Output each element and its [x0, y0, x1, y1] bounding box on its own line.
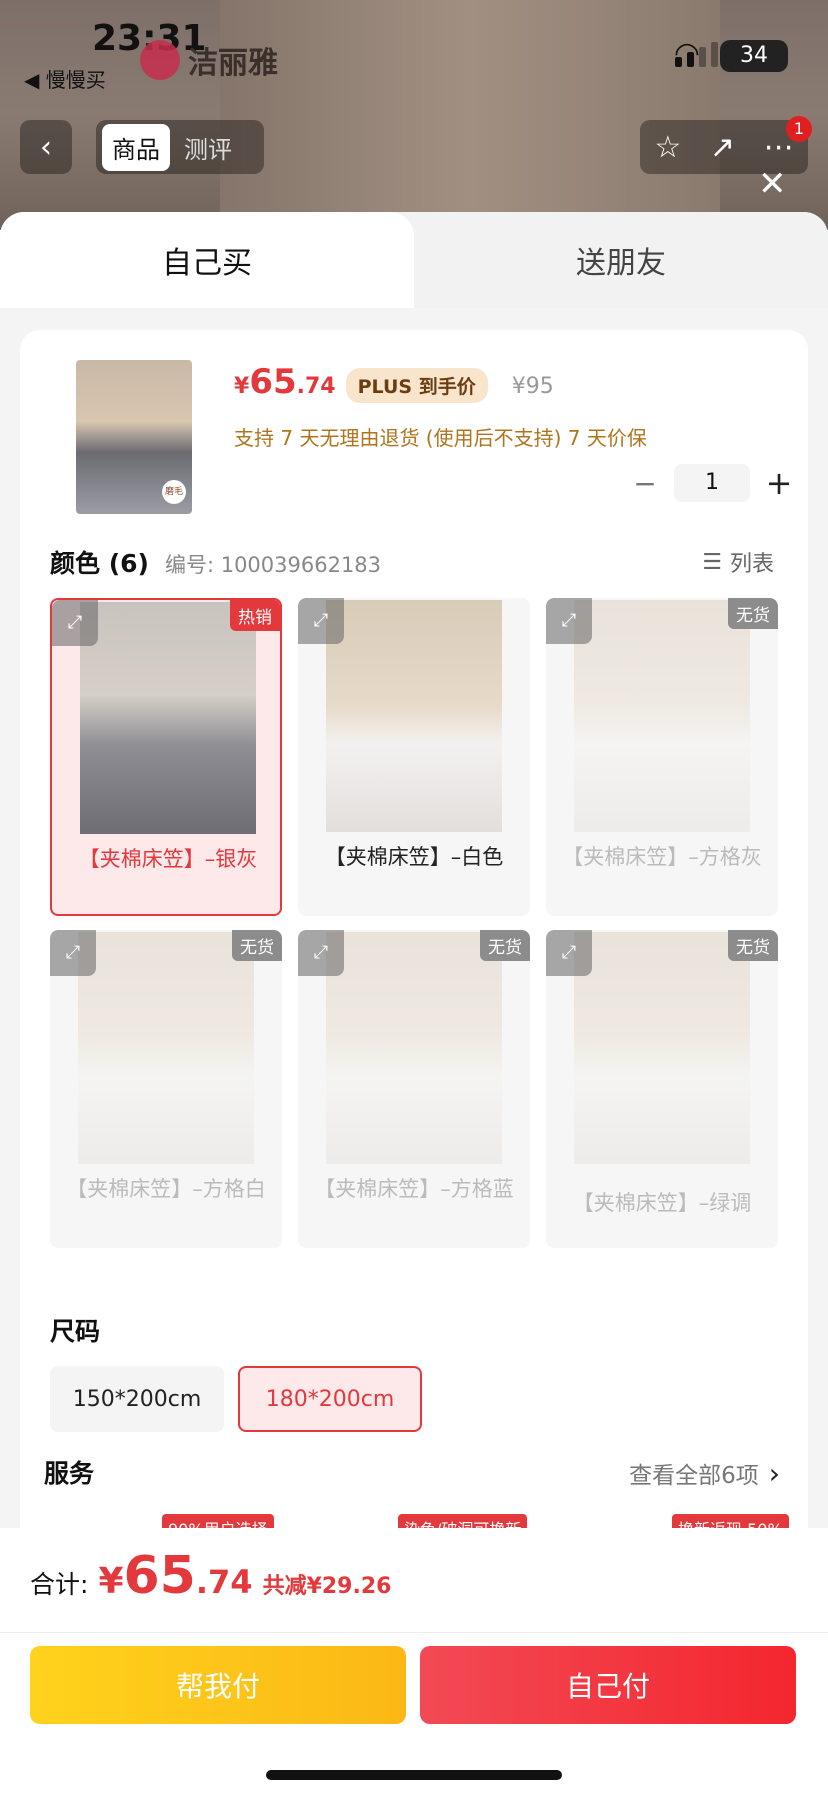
color-image [574, 600, 750, 832]
sku-card: 磨毛 ¥ 65 .74 PLUS 到手价 ¥95 支持 7 天无理由退货 (使用… [20, 330, 808, 1590]
back-to-app-link[interactable]: ◀ 慢慢买 [24, 64, 106, 93]
tab-review[interactable]: 测评 [174, 124, 242, 171]
quantity-value[interactable]: 1 [674, 464, 750, 502]
color-option-silver-gray[interactable]: ⤢ 热销 【夹棉床笠】–银灰 [50, 598, 282, 916]
expand-icon[interactable]: ⤢ [298, 598, 344, 644]
wifi-icon: ◠ [673, 36, 700, 71]
color-caption: 【夹棉床笠】–绿调 [572, 1191, 752, 1215]
tab-gift-friend[interactable]: 送朋友 [414, 212, 828, 308]
tab-product[interactable]: 商品 [102, 123, 170, 171]
color-option-checkered-gray[interactable]: ⤢ 无货 【夹棉床笠】–方格灰 [546, 598, 778, 916]
sold-out-tag: 无货 [480, 930, 530, 961]
sold-out-tag: 无货 [728, 930, 778, 961]
brand-logo-icon [140, 40, 180, 80]
color-header: 颜色 (6) 编号: 100039662183 [50, 544, 381, 580]
view-all-label: 查看全部6项 [629, 1463, 759, 1489]
notification-badge: 1 [786, 116, 812, 142]
color-image [80, 602, 256, 834]
battery-icon: 34 [720, 40, 788, 72]
color-caption: 【夹棉床笠】–方格蓝 [314, 1177, 514, 1201]
plus-price-badge: PLUS 到手价 [345, 368, 488, 403]
thumb-label: 磨毛 [162, 480, 186, 504]
divider [0, 1632, 828, 1633]
brand-name: 洁丽雅 [188, 46, 278, 81]
purchase-sheet: 自己买 送朋友 磨毛 ¥ 65 .74 PLUS 到手价 ¥95 支持 7 天无… [0, 212, 828, 1795]
size-option-180[interactable]: 180*200cm [238, 1366, 422, 1432]
color-option-white[interactable]: ⤢ 【夹棉床笠】–白色 [298, 598, 530, 916]
close-icon[interactable]: ✕ [758, 164, 787, 204]
original-price: ¥95 [511, 374, 554, 399]
view-all-services[interactable]: 查看全部6项 › [629, 1456, 780, 1490]
screen: 23:31 ◀ 慢慢买 洁丽雅 ◠ 34 ‹ 商品 测评 ☆ ↗ ⋯ 1 ✕ 自… [0, 0, 828, 1795]
color-image [78, 932, 254, 1164]
price-integer: 65 [249, 362, 297, 402]
price-decimal: .74 [296, 374, 336, 399]
expand-icon[interactable]: ⤢ [546, 598, 592, 644]
return-policy: 支持 7 天无理由退货 (使用后不支持) 7 天价保 [234, 426, 647, 450]
home-indicator [266, 1770, 562, 1780]
color-image [574, 932, 750, 1164]
star-icon[interactable]: ☆ [654, 130, 681, 165]
decrease-button[interactable]: − [630, 467, 660, 500]
chevron-right-icon: › [768, 1456, 780, 1490]
brand-logo: 洁丽雅 [140, 40, 278, 81]
color-caption: 【夹棉床笠】–方格白 [66, 1177, 266, 1201]
hot-tag: 热销 [230, 600, 280, 631]
back-button[interactable]: ‹ [20, 120, 72, 174]
list-icon: ☰ [702, 549, 722, 575]
expand-icon[interactable]: ⤢ [52, 600, 98, 646]
color-image [326, 932, 502, 1164]
color-caption: 【夹棉床笠】–白色 [324, 845, 504, 869]
total-symbol: ¥ [98, 1561, 124, 1602]
sheet-body: 磨毛 ¥ 65 .74 PLUS 到手价 ¥95 支持 7 天无理由退货 (使用… [0, 308, 828, 1590]
color-option-green[interactable]: ⤢ 无货 【夹棉床笠】–绿调 [546, 930, 778, 1248]
service-title: 服务 [44, 1459, 95, 1488]
size-title: 尺码 [50, 1317, 101, 1346]
color-option-checkered-white[interactable]: ⤢ 无货 【夹棉床笠】–方格白 [50, 930, 282, 1248]
color-image [326, 600, 502, 832]
product-thumbnail[interactable]: 磨毛 [76, 360, 192, 514]
product-code: 编号: 100039662183 [164, 553, 382, 577]
expand-icon[interactable]: ⤢ [546, 930, 592, 976]
total-integer: 65 [123, 1546, 196, 1606]
color-caption: 【夹棉床笠】–银灰 [78, 847, 258, 871]
tab-buy-self[interactable]: 自己买 [0, 212, 414, 308]
help-pay-button[interactable]: 帮我付 [30, 1646, 406, 1724]
color-option-checkered-blue[interactable]: ⤢ 无货 【夹棉床笠】–方格蓝 [298, 930, 530, 1248]
self-pay-button[interactable]: 自己付 [420, 1646, 796, 1724]
expand-icon[interactable]: ⤢ [298, 930, 344, 976]
total-label: 合计: [30, 1570, 89, 1599]
sheet-tabs: 自己买 送朋友 [0, 212, 828, 308]
quantity-stepper: − 1 + [630, 464, 794, 502]
total-row: 合计: ¥ 65 .74 共减¥29.26 [30, 1546, 391, 1606]
chevron-left-icon: ‹ [40, 129, 52, 165]
price-row: ¥ 65 .74 PLUS 到手价 ¥95 [234, 362, 554, 403]
list-view-toggle[interactable]: ☰ 列表 [702, 546, 774, 578]
color-caption: 【夹棉床笠】–方格灰 [562, 845, 762, 869]
sold-out-tag: 无货 [232, 930, 282, 961]
size-option-150[interactable]: 150*200cm [50, 1366, 224, 1432]
price-symbol: ¥ [234, 374, 250, 399]
share-icon[interactable]: ↗ [710, 130, 735, 165]
expand-icon[interactable]: ⤢ [50, 930, 96, 976]
top-tabs: 商品 测评 [96, 120, 264, 174]
list-label: 列表 [729, 552, 774, 577]
sold-out-tag: 无货 [728, 598, 778, 629]
color-title: 颜色 (6) [50, 549, 149, 578]
total-saving: 共减¥29.26 [262, 1574, 392, 1599]
increase-button[interactable]: + [764, 464, 794, 502]
checkout-footer: 合计: ¥ 65 .74 共减¥29.26 帮我付 自己付 [0, 1528, 828, 1795]
total-decimal: .74 [195, 1563, 253, 1601]
